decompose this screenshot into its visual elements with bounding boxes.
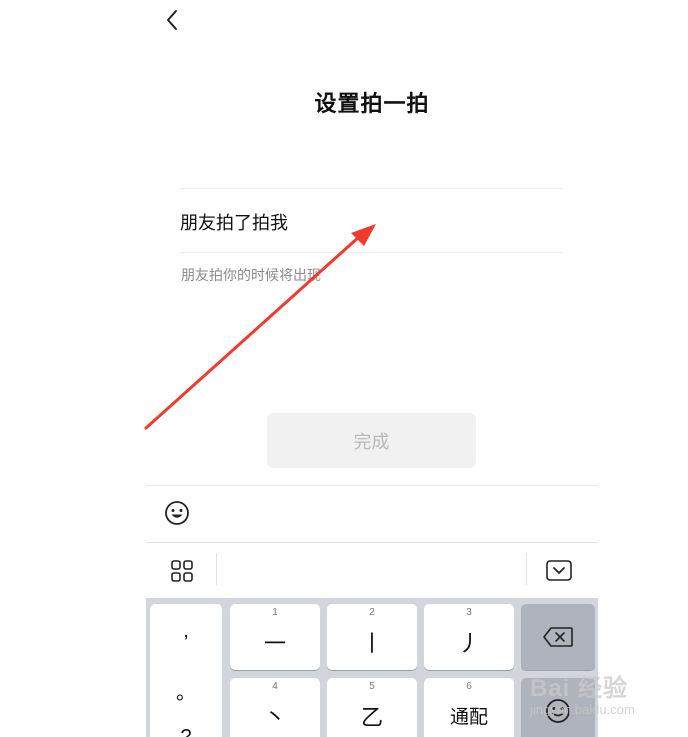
emoji-toggle-button[interactable]	[164, 500, 190, 526]
key-number: 6	[466, 681, 472, 692]
stroke-keyboard: , 。 ? 1 一 2 丨 3 丿 4 丶 5 乙 6 通配	[146, 598, 598, 737]
chevron-left-icon	[167, 10, 177, 30]
punct-period-key[interactable]: 。	[150, 676, 222, 705]
page-title: 设置拍一拍	[314, 91, 430, 116]
stroke-key-1[interactable]: 1 一	[230, 604, 320, 670]
smiley-icon	[546, 699, 570, 723]
pat-text-input[interactable]	[180, 200, 562, 244]
stroke-key-5[interactable]: 5 乙	[327, 678, 417, 737]
backspace-icon	[543, 627, 573, 647]
keyboard-collapse-button[interactable]	[545, 559, 573, 583]
grid-icon	[171, 560, 193, 582]
key-number: 1	[272, 607, 278, 618]
done-button[interactable]: 完成	[267, 413, 476, 468]
punct-comma-key[interactable]: ,	[150, 620, 222, 643]
ime-menu-button[interactable]	[170, 559, 194, 583]
ime-separator	[526, 553, 527, 585]
key-glyph: 一	[263, 631, 286, 656]
stroke-key-4[interactable]: 4 丶	[230, 678, 320, 737]
key-number: 5	[369, 681, 375, 692]
key-glyph: 乙	[360, 705, 383, 730]
wechat-pat-settings-screen: 设置拍一拍 朋友拍你的时候将出现 完成	[146, 0, 598, 737]
ime-separator	[216, 553, 217, 585]
punctuation-column: , 。 ?	[150, 604, 222, 737]
stroke-key-6[interactable]: 6 通配	[424, 678, 514, 737]
stroke-key-2[interactable]: 2 丨	[327, 604, 417, 670]
emoji-key[interactable]	[521, 678, 595, 737]
punct-question-key[interactable]: ?	[150, 726, 222, 737]
key-glyph: 丿	[457, 631, 480, 656]
key-number: 3	[466, 607, 472, 618]
back-button[interactable]	[158, 6, 186, 34]
key-glyph: 丨	[360, 631, 383, 656]
smiley-icon	[165, 501, 189, 525]
input-divider-top	[180, 188, 562, 189]
ime-toolbar	[146, 543, 598, 598]
backspace-key[interactable]	[521, 604, 595, 670]
key-number: 2	[369, 607, 375, 618]
key-number: 4	[272, 681, 278, 692]
toolbar-divider	[146, 485, 598, 486]
stroke-key-3[interactable]: 3 丿	[424, 604, 514, 670]
key-glyph: 丶	[263, 705, 286, 730]
input-divider-bottom	[180, 252, 562, 253]
keyboard-collapse-icon	[546, 560, 572, 581]
pat-hint-text: 朋友拍你的时候将出现	[181, 267, 321, 283]
key-glyph: 通配	[449, 707, 488, 728]
